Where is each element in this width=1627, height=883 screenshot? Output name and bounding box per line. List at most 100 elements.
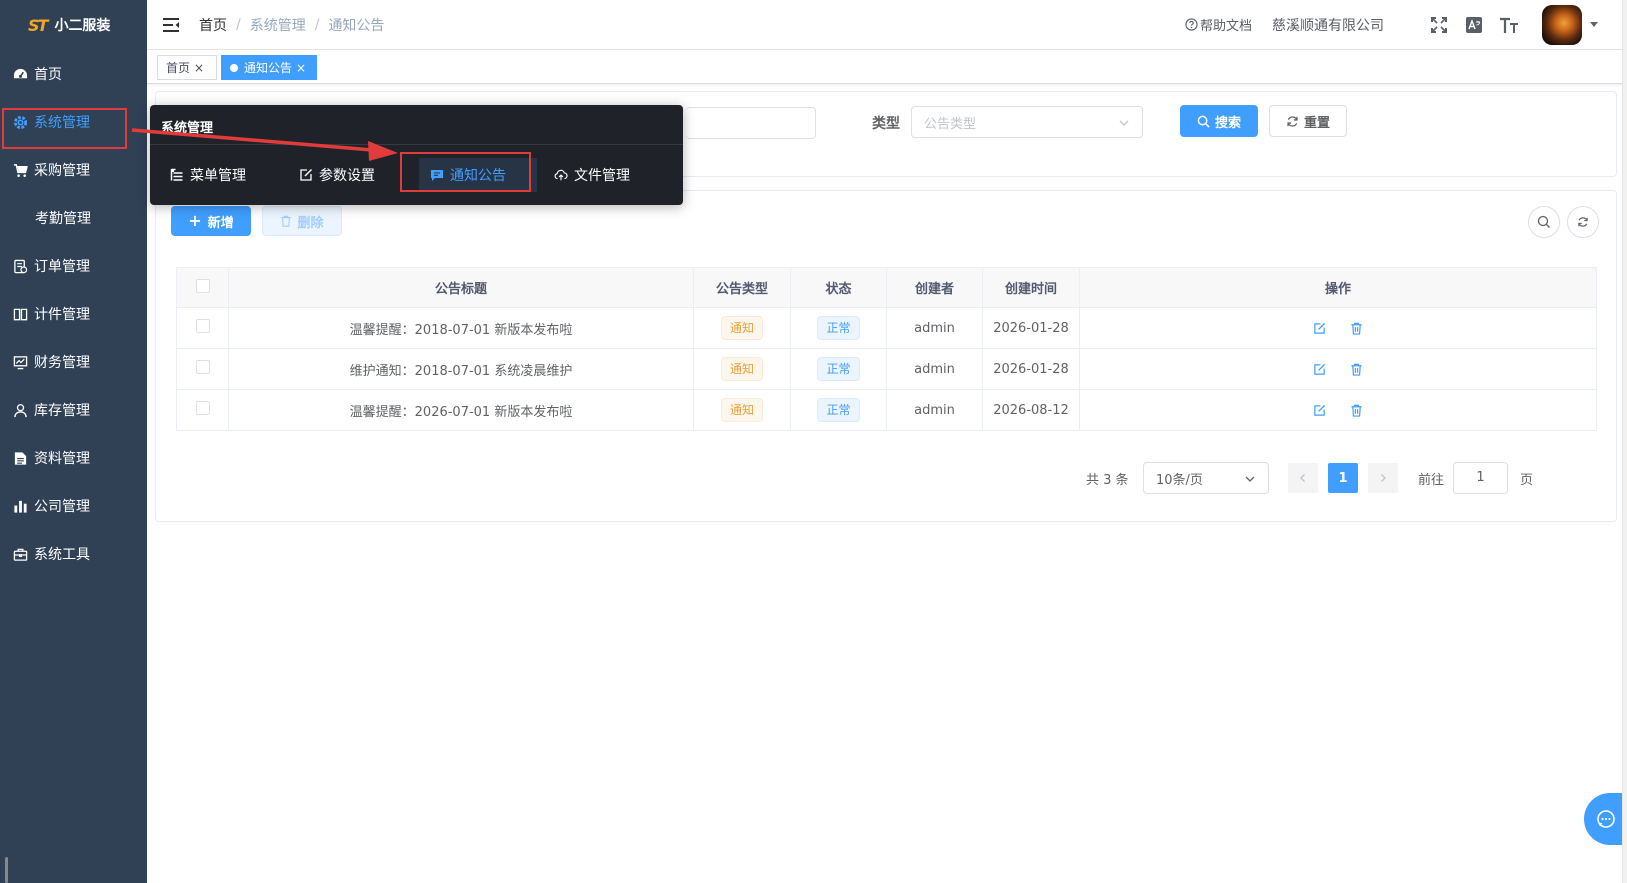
highlight-box-notice xyxy=(400,152,531,192)
sidebar-item-orders[interactable]: 订单管理 xyxy=(0,242,147,290)
edit-icon[interactable] xyxy=(1312,320,1328,336)
translate-icon[interactable] xyxy=(1463,14,1485,36)
sidebar-item-system[interactable]: 系统管理 xyxy=(0,98,147,146)
edit-icon xyxy=(299,168,313,182)
notice-type-cell: 通知 xyxy=(693,389,791,431)
sidebar-item-finance[interactable]: 财务管理 xyxy=(0,338,147,386)
search-button-label: 搜索 xyxy=(1214,115,1241,131)
chat-float-button[interactable] xyxy=(1584,793,1626,845)
submenu-item-params[interactable]: 参数设置 xyxy=(299,158,375,192)
pagination: 共 3 条 10条/页 1 前往 1 页 xyxy=(156,462,1616,494)
notice-type-tag: 通知 xyxy=(720,357,763,381)
plus-icon: + xyxy=(188,211,202,230)
status-badge: 正常 xyxy=(817,316,860,340)
sidebar-item-label: 首页 xyxy=(34,67,62,83)
type-label: 类型 xyxy=(872,116,900,132)
select-all-checkbox[interactable] xyxy=(195,278,210,293)
row-checkbox[interactable] xyxy=(195,401,210,415)
row-select-cell xyxy=(176,389,229,431)
sidebar-item-label: 系统管理 xyxy=(34,115,90,131)
close-icon[interactable]: × xyxy=(194,61,204,75)
row-actions xyxy=(1079,389,1597,431)
sidebar-item-label: 公司管理 xyxy=(34,499,90,515)
add-button[interactable]: + 新增 xyxy=(171,206,251,236)
tag-notice[interactable]: 通知公告 × xyxy=(221,55,317,80)
prev-page-button[interactable] xyxy=(1288,463,1318,493)
question-circle-icon xyxy=(1185,18,1198,31)
help-docs-link[interactable]: 帮助文档 xyxy=(1185,15,1252,34)
delete-icon[interactable] xyxy=(1348,320,1364,336)
tags-view: 首页 × 通知公告 × xyxy=(147,50,1622,84)
notice-type-cell: 通知 xyxy=(693,348,791,390)
divider xyxy=(150,144,683,145)
fullscreen-icon[interactable] xyxy=(1428,14,1450,36)
order-icon xyxy=(12,258,28,274)
refresh-button[interactable] xyxy=(1567,206,1599,238)
notice-created-time: 2026-01-28 xyxy=(982,307,1080,349)
sidebar-item-tools[interactable]: 系统工具 xyxy=(0,530,147,578)
table-row: 温馨提醒：2026-07-01 新版本发布啦 通知 正常 admin 2026-… xyxy=(176,389,1597,431)
delete-button-label: 删除 xyxy=(297,215,324,231)
next-page-button[interactable] xyxy=(1368,463,1398,493)
avatar[interactable] xyxy=(1542,4,1582,45)
add-button-label: 新增 xyxy=(207,215,234,231)
sidebar-item-attendance[interactable]: 考勤管理 xyxy=(0,194,147,242)
delete-button[interactable]: 删除 xyxy=(262,206,342,236)
toggle-search-button[interactable] xyxy=(1528,206,1560,238)
sidebar-scrollbar[interactable] xyxy=(5,857,8,883)
edit-icon[interactable] xyxy=(1312,361,1328,377)
sidebar-item-company[interactable]: 公司管理 xyxy=(0,482,147,530)
notice-status-cell: 正常 xyxy=(790,348,887,390)
breadcrumb-home[interactable]: 首页 xyxy=(199,15,227,35)
navbar: 首页 / 系统管理 / 通知公告 帮助文档 慈溪顺通有限公司 xyxy=(147,0,1622,50)
delete-icon[interactable] xyxy=(1348,361,1364,377)
chevron-down-icon xyxy=(1118,117,1130,133)
search-button[interactable]: 搜索 xyxy=(1180,105,1258,137)
goto-page-input[interactable]: 1 xyxy=(1453,462,1508,494)
dashboard-icon xyxy=(12,66,28,82)
reset-button-label: 重置 xyxy=(1303,115,1330,131)
submenu-item-files[interactable]: 文件管理 xyxy=(554,158,630,192)
notice-creator: admin xyxy=(886,348,983,390)
sidebar-item-purchase[interactable]: 采购管理 xyxy=(0,146,147,194)
tree-table-icon xyxy=(170,168,184,182)
type-select[interactable]: 公告类型 xyxy=(911,106,1143,138)
page-size-select[interactable]: 10条/页 xyxy=(1143,462,1269,494)
sidebar-item-piecework[interactable]: 计件管理 xyxy=(0,290,147,338)
breadcrumb-separator: / xyxy=(236,16,241,33)
search-icon xyxy=(1537,215,1551,229)
delete-icon[interactable] xyxy=(1348,402,1364,418)
sidebar-item-home[interactable]: 首页 xyxy=(0,50,147,98)
hamburger-icon[interactable] xyxy=(161,15,181,35)
column-header: 状态 xyxy=(790,267,887,308)
chevron-down-icon xyxy=(1244,473,1256,489)
chart-icon xyxy=(12,498,28,514)
column-header: 操作 xyxy=(1079,267,1597,308)
sidebar-item-label: 库存管理 xyxy=(34,403,90,419)
page-unit-label: 页 xyxy=(1520,473,1534,488)
edit-icon[interactable] xyxy=(1312,402,1328,418)
breadcrumb-separator: / xyxy=(314,16,320,33)
page-number-current[interactable]: 1 xyxy=(1328,463,1358,493)
row-checkbox[interactable] xyxy=(195,319,210,333)
tag-home[interactable]: 首页 × xyxy=(157,55,217,80)
breadcrumb-current: 通知公告 xyxy=(328,17,385,34)
submenu-item-menu[interactable]: 菜单管理 xyxy=(170,158,246,192)
sidebar-item-inventory[interactable]: 库存管理 xyxy=(0,386,147,434)
logo[interactable]: ST 小二服装 xyxy=(0,0,147,50)
goto-label: 前往 xyxy=(1418,473,1445,488)
notice-title: 维护通知：2018-07-01 系统凌晨维护 xyxy=(228,348,694,390)
caret-down-icon[interactable] xyxy=(1590,22,1598,27)
title-search-input[interactable] xyxy=(686,107,816,139)
finance-icon xyxy=(12,354,28,370)
row-checkbox[interactable] xyxy=(195,360,210,374)
submenu-title: 系统管理 xyxy=(161,121,214,136)
reset-button[interactable]: 重置 xyxy=(1269,105,1347,137)
table-row: 温馨提醒：2018-07-01 新版本发布啦 通知 正常 admin 2026-… xyxy=(176,307,1597,349)
page-scrollbar[interactable] xyxy=(1622,0,1627,883)
font-size-icon[interactable] xyxy=(1498,14,1520,36)
pagination-total: 共 3 条 xyxy=(1086,473,1129,488)
logo-text: 小二服装 xyxy=(54,18,111,34)
sidebar-item-documents[interactable]: 资料管理 xyxy=(0,434,147,482)
close-icon[interactable]: × xyxy=(296,61,306,75)
